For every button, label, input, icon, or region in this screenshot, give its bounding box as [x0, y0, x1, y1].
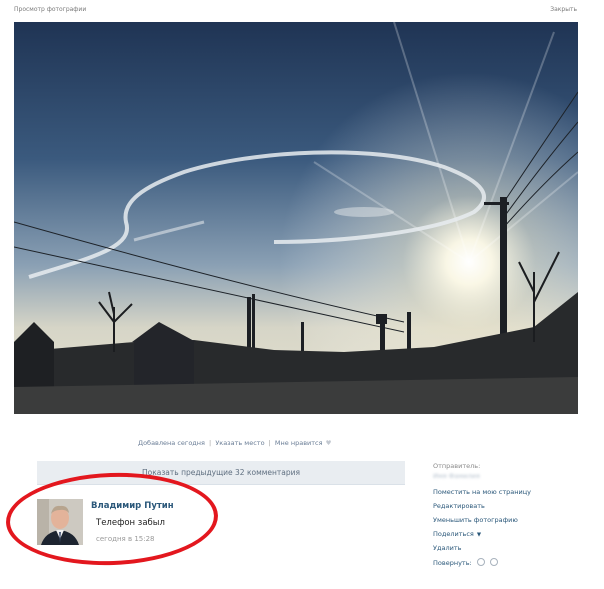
caret-down-icon: ▼	[476, 532, 482, 538]
separator: |	[209, 439, 212, 447]
added-date: Добавлена сегодня	[138, 439, 205, 447]
sender-label: Отправитель:	[433, 462, 481, 470]
separator: |	[268, 439, 271, 447]
viewer-header: Просмотр фотографии Закрыть	[0, 0, 604, 20]
share-link[interactable]: Поделиться ▼	[433, 530, 481, 538]
shrink-photo-link[interactable]: Уменьшить фотографию	[433, 516, 518, 524]
rotate-right-icon[interactable]	[489, 558, 498, 566]
photo-meta-row: Добавлена сегодня | Указать место | Мне …	[138, 439, 331, 447]
sender-name-link[interactable]: Имя Фамилия	[433, 472, 480, 480]
edit-link[interactable]: Редактировать	[433, 502, 485, 510]
delete-link[interactable]: Удалить	[433, 544, 461, 552]
share-label: Поделиться	[433, 530, 474, 538]
set-place-link[interactable]: Указать место	[215, 439, 264, 447]
close-link[interactable]: Закрыть	[550, 6, 577, 13]
sky-photo-image	[14, 22, 578, 414]
rotate-left-icon[interactable]	[476, 558, 485, 566]
like-button[interactable]: Мне нравится	[275, 439, 323, 447]
photo[interactable]	[14, 22, 578, 414]
heart-icon[interactable]: ♥	[326, 439, 332, 447]
rotate-label: Повернуть:	[433, 559, 472, 567]
save-to-my-page-link[interactable]: Поместить на мою страницу	[433, 488, 531, 496]
viewer-title: Просмотр фотографии	[14, 6, 87, 13]
rotate-row: Повернуть:	[433, 558, 498, 567]
